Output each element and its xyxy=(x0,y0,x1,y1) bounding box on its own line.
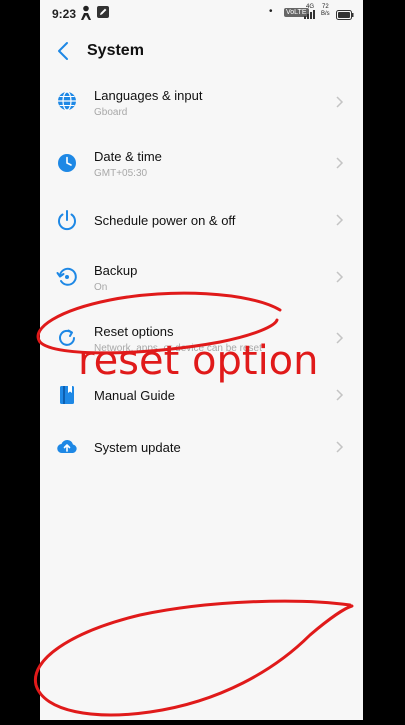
signal-icon xyxy=(304,8,318,22)
chevron-right-icon xyxy=(334,270,344,284)
setting-date-time[interactable]: Date & time GMT+05:30 xyxy=(40,137,363,189)
setting-manual-guide[interactable]: Manual Guide xyxy=(40,369,363,421)
setting-label: Date & time xyxy=(94,149,162,164)
setting-subtitle: GMT+05:30 xyxy=(94,168,148,179)
setting-subtitle: Network, apps, or device can be reset xyxy=(94,343,262,354)
book-icon xyxy=(56,384,78,406)
chevron-right-icon xyxy=(334,388,344,402)
speed-unit: B/s xyxy=(321,11,330,17)
chevron-left-icon xyxy=(58,42,68,60)
setting-label: Reset options xyxy=(94,324,174,339)
globe-icon xyxy=(56,90,78,112)
setting-label: Backup xyxy=(94,263,138,278)
back-button[interactable] xyxy=(54,40,74,62)
setting-system-update[interactable]: System update xyxy=(40,421,363,473)
notification-dot-icon: • xyxy=(269,6,273,17)
setting-label: Schedule power on & off xyxy=(94,213,236,228)
power-icon xyxy=(56,209,78,231)
setting-backup[interactable]: Backup On xyxy=(40,251,363,303)
setting-label: Languages & input xyxy=(94,88,203,103)
setting-languages-input[interactable]: Languages & input Gboard xyxy=(40,76,363,128)
setting-reset-options[interactable]: Reset options Network, apps, or device c… xyxy=(40,312,363,364)
clock-icon xyxy=(56,152,78,174)
person-icon xyxy=(79,5,93,24)
setting-subtitle: Gboard xyxy=(94,107,128,118)
speed-value: 72 xyxy=(321,4,329,10)
chevron-right-icon xyxy=(334,156,344,170)
reset-icon xyxy=(56,327,78,349)
edit-icon xyxy=(96,5,110,22)
status-time: 9:23 xyxy=(52,7,77,21)
setting-subtitle: On xyxy=(94,282,108,293)
phone-screen: 9:23 • VoLTE 4G 72 B/s System Languages … xyxy=(40,0,363,720)
battery-icon xyxy=(336,9,354,23)
page-title: System xyxy=(87,42,144,59)
cloud-upload-icon xyxy=(56,436,78,458)
setting-label: System update xyxy=(94,440,181,455)
app-header: System xyxy=(40,34,363,68)
chevron-right-icon xyxy=(334,95,344,109)
data-speed: 72 B/s xyxy=(321,4,330,18)
status-bar: 9:23 • VoLTE 4G 72 B/s xyxy=(40,0,363,28)
setting-schedule-power[interactable]: Schedule power on & off xyxy=(40,194,363,246)
backup-icon xyxy=(56,266,78,288)
setting-label: Manual Guide xyxy=(94,388,175,403)
chevron-right-icon xyxy=(334,213,344,227)
chevron-right-icon xyxy=(334,331,344,345)
chevron-right-icon xyxy=(334,440,344,454)
